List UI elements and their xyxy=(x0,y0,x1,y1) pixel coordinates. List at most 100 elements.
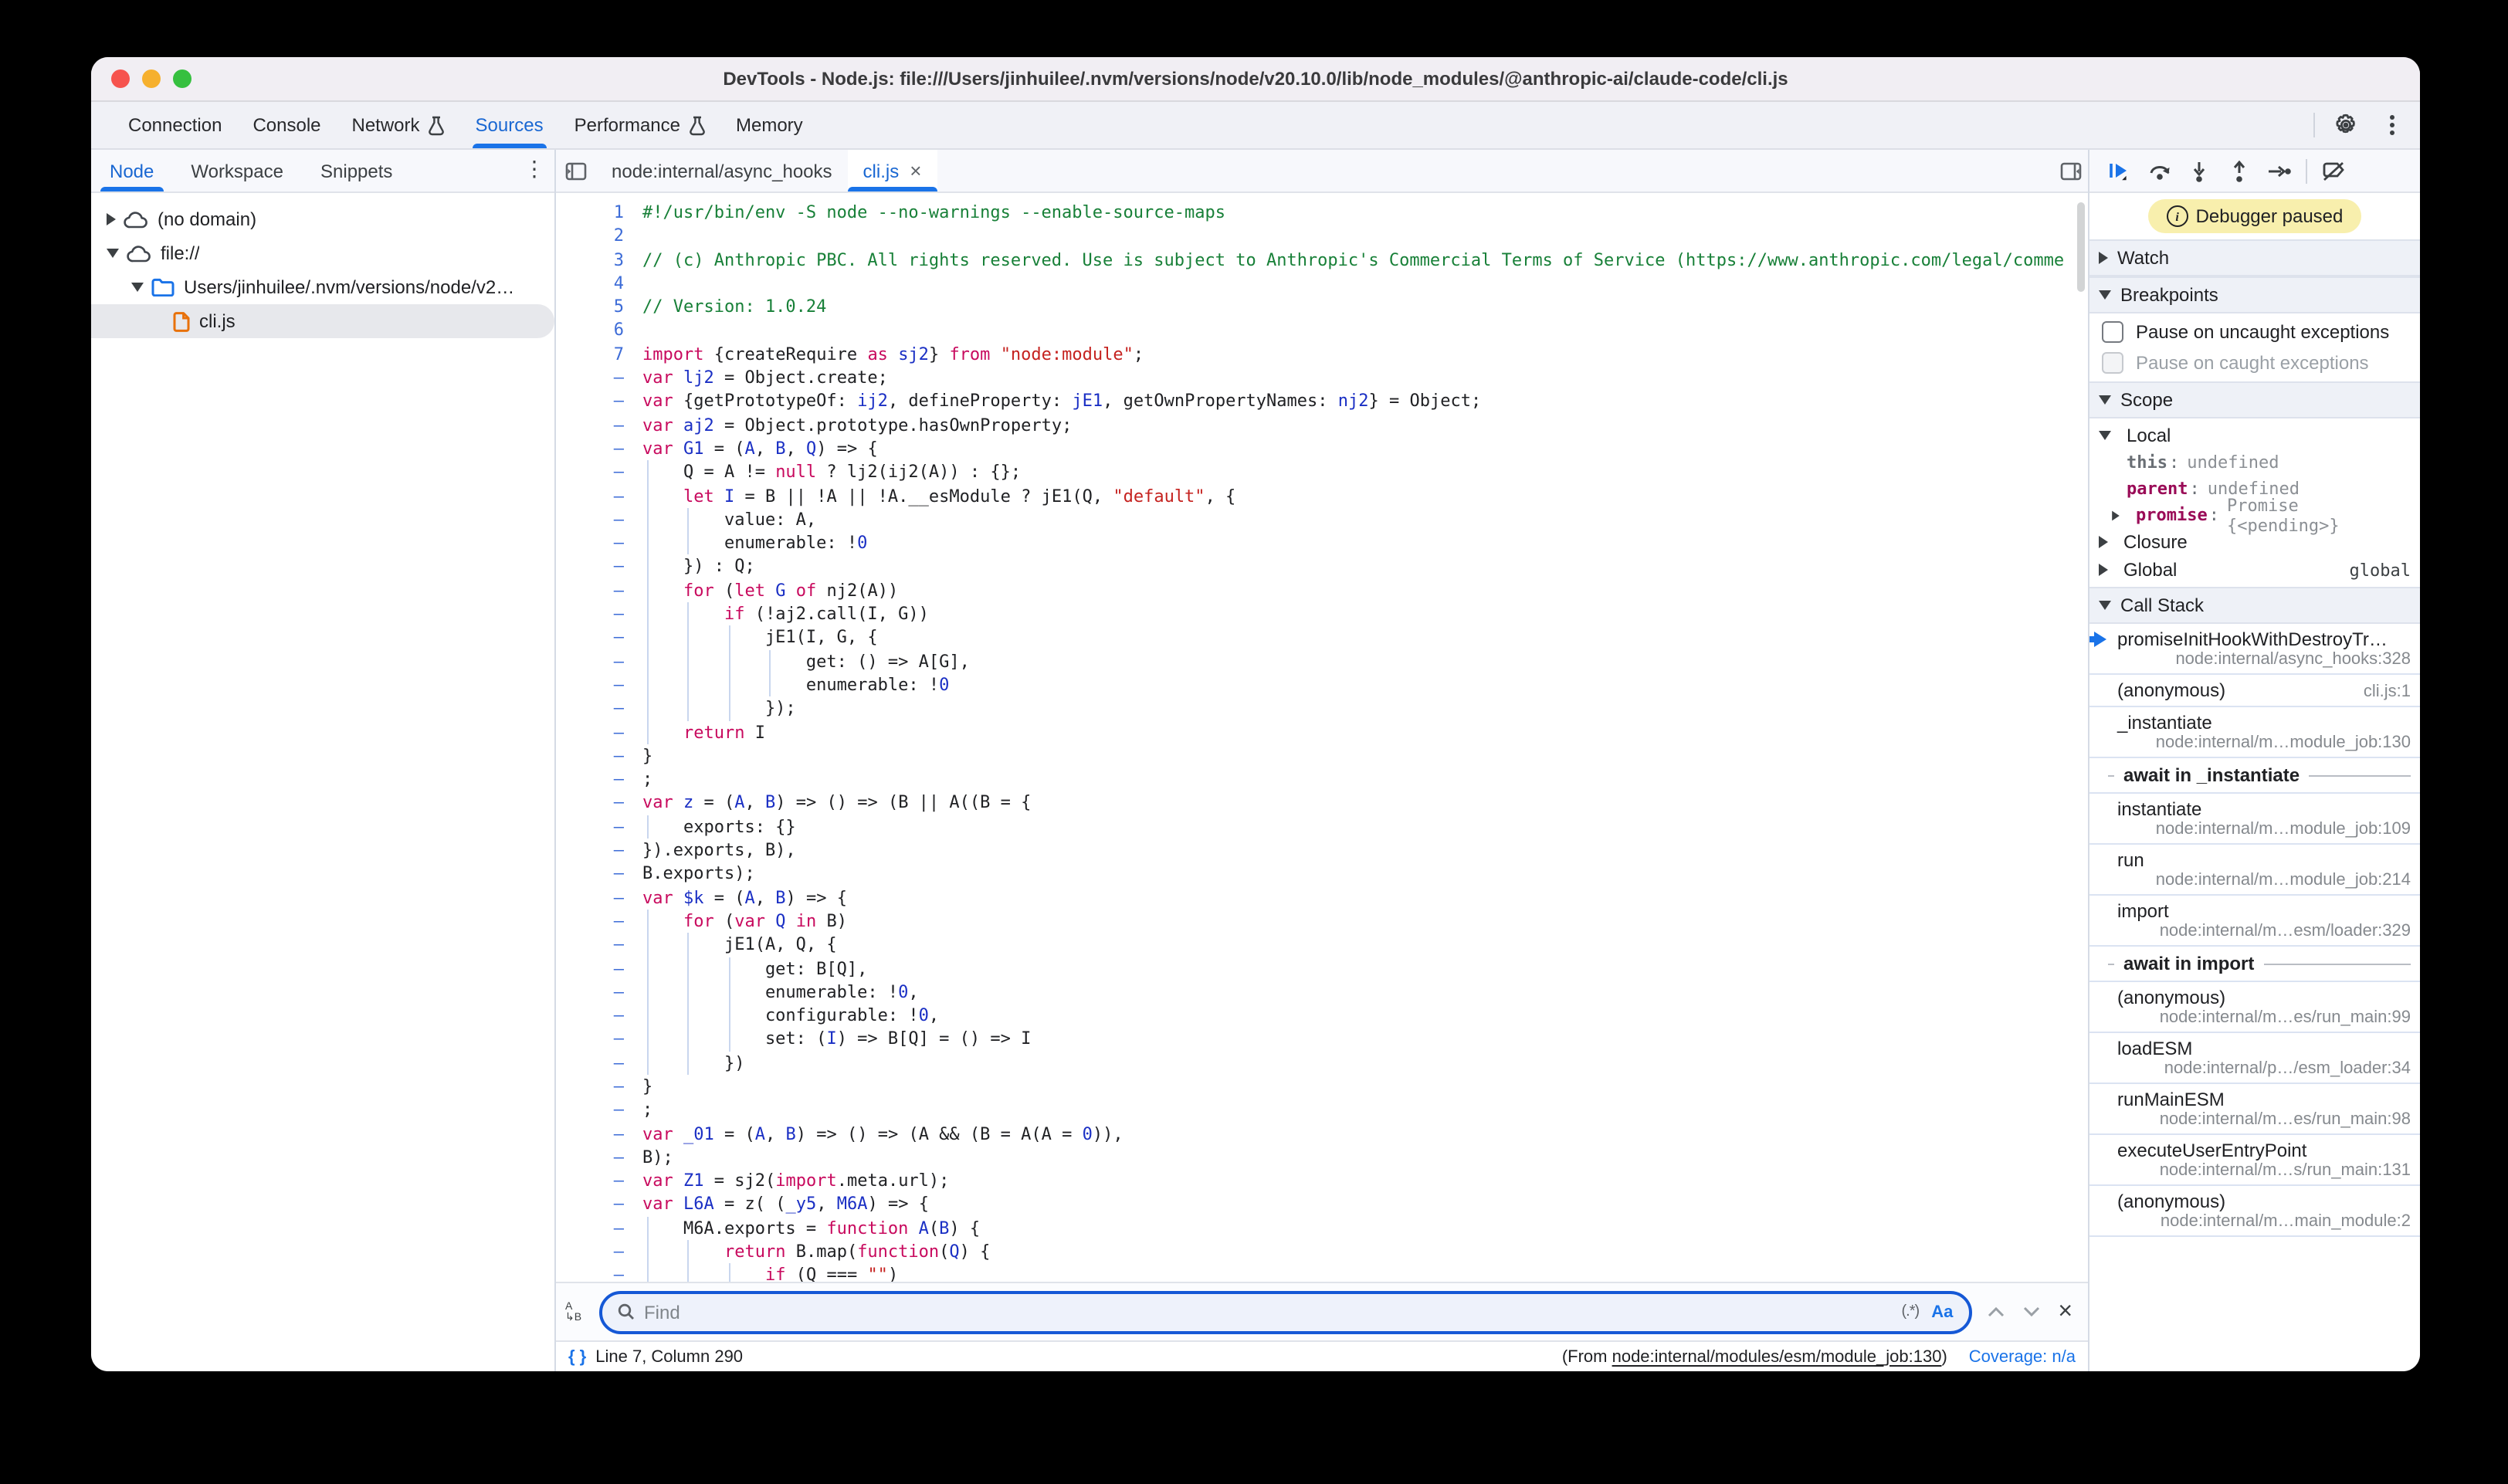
origin-link[interactable]: node:internal/modules/esm/module_job:130 xyxy=(1612,1347,1942,1366)
line-gutter[interactable]: – xyxy=(556,531,642,555)
chevron-right-icon[interactable] xyxy=(107,213,116,225)
chevron-right-icon[interactable] xyxy=(2099,536,2108,548)
editor-tab-node-internal-async-hooks[interactable]: node:internal/async_hooks xyxy=(596,150,848,191)
line-gutter[interactable]: – xyxy=(556,839,642,862)
close-find-icon[interactable]: × xyxy=(2058,1298,2072,1326)
chevron-down-icon[interactable] xyxy=(107,249,119,258)
navigator-tab-snippets[interactable]: Snippets xyxy=(302,150,411,191)
panel-tab-console[interactable]: Console xyxy=(237,102,336,148)
chevron-right-icon[interactable] xyxy=(2112,510,2120,520)
source-code-view[interactable]: 1#!/usr/bin/env -S node --no-warnings --… xyxy=(556,193,2088,1282)
line-gutter[interactable]: – xyxy=(556,366,642,390)
line-gutter[interactable]: – xyxy=(556,744,642,768)
line-gutter[interactable]: – xyxy=(556,1217,642,1241)
tree-item-file-[interactable]: file:// xyxy=(91,236,554,270)
line-gutter[interactable]: – xyxy=(556,1193,642,1217)
panel-tab-sources[interactable]: Sources xyxy=(460,102,559,148)
scope-variable-promise[interactable]: promise:Promise {<pending>} xyxy=(2089,502,2420,528)
step-over-icon[interactable] xyxy=(2145,157,2173,185)
regex-toggle-icon[interactable]: (.*) xyxy=(1902,1303,1920,1320)
line-gutter[interactable]: – xyxy=(556,791,642,815)
scope-group-global[interactable]: Globalglobal xyxy=(2089,556,2420,584)
callstack-frame[interactable]: (anonymous)node:internal/m…main_module:2 xyxy=(2089,1186,2420,1237)
line-gutter[interactable]: – xyxy=(556,1146,642,1170)
line-gutter[interactable]: – xyxy=(556,910,642,933)
line-gutter[interactable]: 5 xyxy=(556,295,642,319)
line-gutter[interactable]: – xyxy=(556,1051,642,1075)
line-gutter[interactable]: – xyxy=(556,720,642,744)
line-gutter[interactable]: – xyxy=(556,1028,642,1052)
line-gutter[interactable]: – xyxy=(556,1240,642,1264)
line-gutter[interactable]: – xyxy=(556,413,642,437)
editor-tab-cli-js[interactable]: cli.js× xyxy=(848,150,937,191)
scope-group-local[interactable]: Local xyxy=(2089,422,2420,449)
line-gutter[interactable]: – xyxy=(556,1264,642,1282)
step-icon[interactable] xyxy=(2266,157,2293,185)
line-gutter[interactable]: – xyxy=(556,696,642,720)
scope-variable-this[interactable]: this:undefined xyxy=(2089,449,2420,476)
match-case-toggle-icon[interactable]: Aa xyxy=(1931,1303,1953,1321)
line-gutter[interactable]: – xyxy=(556,437,642,461)
breakpoints-section-header[interactable]: Breakpoints xyxy=(2089,276,2420,313)
chevron-right-icon[interactable] xyxy=(2099,564,2108,576)
callstack-frame[interactable]: executeUserEntryPointnode:internal/m…s/r… xyxy=(2089,1135,2420,1186)
callstack-frame[interactable]: promiseInitHookWithDestroyTr…node:intern… xyxy=(2089,624,2420,675)
line-gutter[interactable]: – xyxy=(556,484,642,508)
callstack-frame[interactable]: instantiatenode:internal/m…module_job:10… xyxy=(2089,794,2420,845)
callstack-frame[interactable]: (anonymous)cli.js:1 xyxy=(2089,675,2420,707)
line-gutter[interactable]: – xyxy=(556,886,642,910)
callstack-frame[interactable]: runMainESMnode:internal/m…es/run_main:98 xyxy=(2089,1084,2420,1135)
line-gutter[interactable]: – xyxy=(556,933,642,957)
navigator-menu-kebab-icon[interactable]: ⋮ xyxy=(524,156,545,182)
open-drawer-icon[interactable] xyxy=(2060,150,2082,191)
line-gutter[interactable]: 3 xyxy=(556,248,642,272)
replace-toggle-icon[interactable]: A↳B xyxy=(565,1301,599,1323)
line-gutter[interactable]: – xyxy=(556,1169,642,1193)
callstack-frame[interactable]: importnode:internal/m…esm/loader:329 xyxy=(2089,896,2420,947)
panel-tab-memory[interactable]: Memory xyxy=(720,102,818,148)
chevron-down-icon[interactable] xyxy=(2099,431,2111,440)
line-gutter[interactable]: – xyxy=(556,626,642,650)
line-gutter[interactable]: – xyxy=(556,815,642,839)
kebab-menu-icon[interactable] xyxy=(2377,110,2408,141)
line-gutter[interactable]: – xyxy=(556,767,642,791)
line-gutter[interactable]: – xyxy=(556,1099,642,1123)
hide-navigator-icon[interactable] xyxy=(556,150,596,191)
callstack-frame[interactable]: (anonymous)node:internal/m…es/run_main:9… xyxy=(2089,982,2420,1033)
coverage-link[interactable]: Coverage: n/a xyxy=(1969,1347,2076,1366)
line-gutter[interactable]: – xyxy=(556,1122,642,1146)
settings-gear-icon[interactable] xyxy=(2330,110,2361,141)
find-previous-icon[interactable] xyxy=(1987,1306,2004,1317)
line-gutter[interactable]: 2 xyxy=(556,225,642,249)
line-gutter[interactable]: – xyxy=(556,1075,642,1099)
line-gutter[interactable]: 4 xyxy=(556,272,642,296)
callstack-frame[interactable]: loadESMnode:internal/p…/esm_loader:34 xyxy=(2089,1033,2420,1084)
close-tab-icon[interactable]: × xyxy=(910,159,921,182)
line-gutter[interactable]: 7 xyxy=(556,343,642,367)
find-next-icon[interactable] xyxy=(2022,1306,2039,1317)
breakpoint-option[interactable]: Pause on uncaught exceptions xyxy=(2089,317,2420,347)
step-out-icon[interactable] xyxy=(2225,157,2253,185)
navigator-tab-node[interactable]: Node xyxy=(91,150,172,191)
line-gutter[interactable]: – xyxy=(556,1004,642,1028)
line-gutter[interactable]: – xyxy=(556,508,642,532)
tree-item-cli-js[interactable]: cli.js xyxy=(91,304,554,338)
navigator-tab-workspace[interactable]: Workspace xyxy=(172,150,302,191)
line-gutter[interactable]: – xyxy=(556,461,642,485)
deactivate-breakpoints-icon[interactable] xyxy=(2320,157,2347,185)
pretty-print-icon[interactable]: { } xyxy=(568,1347,586,1366)
callstack-frame[interactable]: runnode:internal/m…module_job:214 xyxy=(2089,845,2420,896)
callstack-section-header[interactable]: Call Stack xyxy=(2089,587,2420,624)
panel-tab-network[interactable]: Network xyxy=(337,102,460,148)
panel-tab-performance[interactable]: Performance xyxy=(559,102,720,148)
line-gutter[interactable]: – xyxy=(556,673,642,697)
resume-icon[interactable] xyxy=(2105,157,2133,185)
chevron-down-icon[interactable] xyxy=(131,283,144,292)
tree-item--no-domain-[interactable]: (no domain) xyxy=(91,202,554,236)
line-gutter[interactable]: 1 xyxy=(556,201,642,225)
line-gutter[interactable]: – xyxy=(556,579,642,603)
line-gutter[interactable]: – xyxy=(556,555,642,579)
line-gutter[interactable]: – xyxy=(556,862,642,886)
scope-section-header[interactable]: Scope xyxy=(2089,381,2420,418)
code-scrollbar[interactable] xyxy=(2077,202,2085,292)
